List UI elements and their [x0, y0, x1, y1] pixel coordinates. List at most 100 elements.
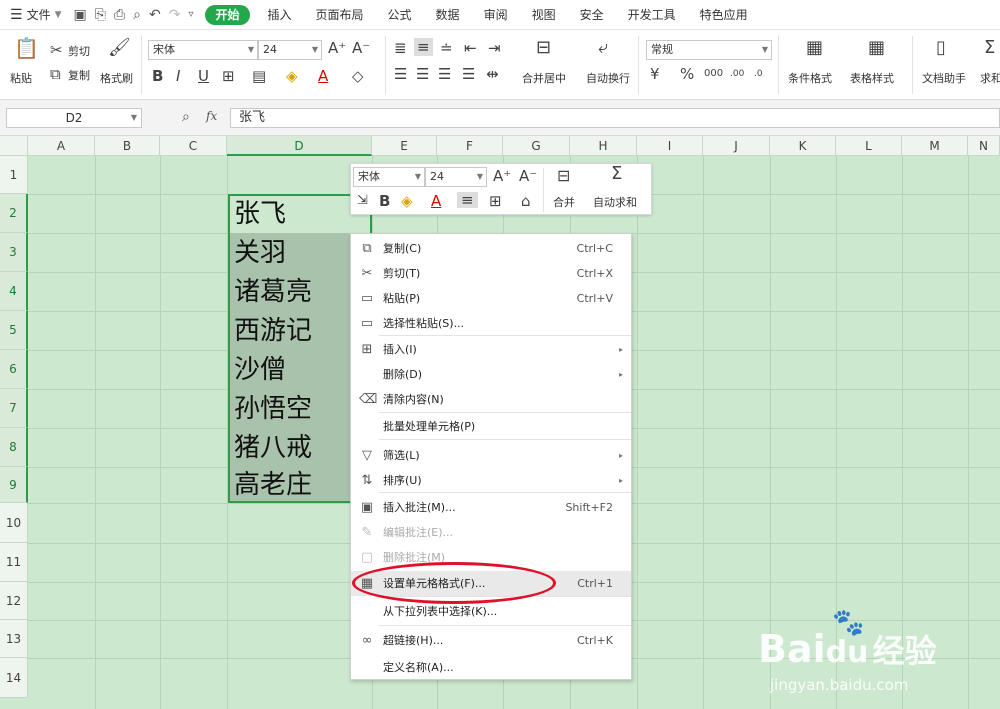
tab-5[interactable]: 审阅 — [472, 0, 520, 30]
context-menu-item-7[interactable]: 批量处理单元格(P) — [351, 414, 631, 439]
format-painter-button[interactable]: 格式刷 — [100, 70, 133, 86]
cell-D6[interactable]: 沙僧 — [234, 351, 286, 389]
tab-7[interactable]: 安全 — [568, 0, 616, 30]
tab-0[interactable]: 开始 — [205, 4, 250, 25]
column-header-D[interactable]: D — [227, 136, 372, 156]
font-size-select[interactable]: 24 ▼ — [258, 40, 322, 60]
increase-decimal-icon[interactable]: .00 — [730, 66, 744, 82]
wrap-text-icon[interactable]: ⤶ — [598, 39, 608, 57]
context-menu-item-16[interactable]: 定义名称(A)... — [351, 655, 631, 680]
border-icon[interactable]: ⊞ — [489, 193, 502, 209]
column-header-J[interactable]: J — [703, 136, 770, 156]
context-menu-item-5[interactable]: 删除(D) ▸ — [351, 362, 631, 387]
font-name-select[interactable]: 宋体 ▼ — [148, 40, 258, 60]
mini-autosum-button[interactable]: 自动求和 — [593, 194, 637, 210]
cell-D4[interactable]: 诸葛亮 — [234, 273, 312, 311]
format-painter-icon[interactable]: ⌂ — [521, 193, 531, 209]
cut-icon[interactable]: ✂ — [50, 42, 63, 58]
cell-D9[interactable]: 高老庄 — [234, 466, 312, 504]
undo-icon[interactable]: ↶ — [149, 7, 161, 23]
row-header-10[interactable]: 10 — [0, 503, 28, 543]
align-right-icon[interactable]: ☰ — [438, 66, 451, 82]
cell-style-icon[interactable]: ▤ — [252, 68, 266, 84]
mini-font-name-select[interactable]: 宋体 ▼ — [353, 167, 425, 187]
fill-color-icon[interactable]: ◈ — [286, 68, 298, 84]
decrease-font-icon[interactable]: A⁻ — [352, 40, 370, 56]
cell-D7[interactable]: 孙悟空 — [234, 390, 312, 428]
export-icon[interactable]: ⎘ — [95, 7, 106, 23]
align-left-icon[interactable]: ☰ — [394, 66, 407, 82]
mini-font-size-select[interactable]: 24 ▼ — [425, 167, 487, 187]
decrease-decimal-icon[interactable]: .0 — [754, 66, 763, 82]
font-color-icon[interactable]: A — [318, 68, 328, 84]
context-menu-item-10[interactable]: ▣ 插入批注(M)... Shift+F2 — [351, 495, 631, 520]
row-header-7[interactable]: 7 — [0, 389, 28, 428]
conditional-format-icon[interactable]: ▦ — [806, 39, 823, 57]
increase-font-icon[interactable]: A⁺ — [493, 168, 511, 184]
corner-select-all[interactable] — [0, 136, 28, 156]
column-header-B[interactable]: B — [95, 136, 160, 156]
decrease-font-icon[interactable]: A⁻ — [519, 168, 537, 184]
fill-color-icon[interactable]: ◈ — [401, 193, 413, 209]
mini-merge-button[interactable]: 合并 — [553, 194, 575, 210]
clear-format-icon[interactable]: ◇ — [352, 68, 364, 84]
doc-assistant-icon[interactable]: ▯ — [936, 39, 946, 57]
row-header-12[interactable]: 12 — [0, 582, 28, 620]
column-header-E[interactable]: E — [372, 136, 437, 156]
wrap-text-button[interactable]: 自动换行 — [586, 70, 630, 86]
fx-icon[interactable]: fx — [206, 109, 217, 123]
column-header-N[interactable]: N — [968, 136, 1000, 156]
percent-icon[interactable]: % — [680, 66, 694, 82]
cell-D3[interactable]: 关羽 — [234, 234, 286, 272]
column-header-C[interactable]: C — [160, 136, 227, 156]
paste-icon[interactable]: 📋 — [14, 38, 39, 58]
row-header-1[interactable]: 1 — [0, 156, 28, 194]
context-menu-item-3[interactable]: ▭ 选择性粘贴(S)... — [351, 311, 631, 336]
underline-icon[interactable]: U — [198, 68, 209, 84]
merge-icon[interactable]: ⊟ — [557, 168, 570, 184]
tab-6[interactable]: 视图 — [520, 0, 568, 30]
customize-icon[interactable]: ▿ — [188, 9, 193, 20]
paste-button[interactable]: 粘贴 — [10, 70, 32, 86]
thousands-icon[interactable]: 000 — [704, 66, 723, 82]
bold-icon[interactable]: B — [152, 68, 163, 84]
print-icon[interactable]: ⎙ — [114, 7, 125, 23]
context-menu-item-2[interactable]: ▭ 粘贴(P) Ctrl+V — [351, 286, 631, 311]
row-header-6[interactable]: 6 — [0, 350, 28, 389]
row-header-14[interactable]: 14 — [0, 658, 28, 698]
fill-down-icon[interactable]: ⇲ — [357, 193, 368, 209]
context-menu-item-1[interactable]: ✂ 剪切(T) Ctrl+X — [351, 261, 631, 286]
merge-center-button[interactable]: 合并居中 — [522, 70, 566, 86]
redo-icon[interactable]: ↷ — [169, 7, 181, 23]
context-menu-item-0[interactable]: ⧉ 复制(C) Ctrl+C — [351, 236, 631, 261]
format-painter-icon[interactable]: 🖌 — [108, 39, 131, 57]
border-icon[interactable]: ⊞ — [222, 68, 235, 84]
context-menu-item-9[interactable]: ⇅ 排序(U) ▸ — [351, 468, 631, 493]
bold-icon[interactable]: B — [379, 193, 390, 209]
align-center-icon[interactable]: ☰ — [416, 66, 429, 82]
row-header-3[interactable]: 3 — [0, 233, 28, 272]
sum-button[interactable]: 求和 — [980, 70, 1000, 86]
justify-icon[interactable]: ☰ — [462, 66, 475, 82]
column-header-G[interactable]: G — [503, 136, 570, 156]
row-header-9[interactable]: 9 — [0, 467, 28, 503]
column-header-F[interactable]: F — [437, 136, 503, 156]
autosum-icon[interactable]: Σ — [611, 165, 622, 183]
tab-3[interactable]: 公式 — [376, 0, 424, 30]
copy-button[interactable]: 复制 — [68, 67, 90, 83]
table-style-icon[interactable]: ▦ — [868, 39, 885, 57]
doc-assistant-button[interactable]: 文档助手 — [922, 70, 966, 86]
column-header-K[interactable]: K — [770, 136, 836, 156]
cell-D8[interactable]: 猪八戒 — [234, 429, 312, 467]
column-header-H[interactable]: H — [570, 136, 637, 156]
context-menu-item-8[interactable]: ▽ 筛选(L) ▸ — [351, 443, 631, 468]
copy-icon[interactable]: ⧉ — [50, 66, 61, 82]
cell-D5[interactable]: 西游记 — [234, 312, 312, 350]
align-top-icon[interactable]: ≣ — [394, 40, 407, 56]
conditional-format-button[interactable]: 条件格式 — [788, 70, 832, 86]
row-header-8[interactable]: 8 — [0, 428, 28, 467]
currency-icon[interactable]: ¥ — [650, 66, 660, 82]
context-menu-item-6[interactable]: ⌫ 清除内容(N) — [351, 387, 631, 412]
merge-center-icon[interactable]: ⊟ — [536, 39, 551, 57]
context-menu-item-15[interactable]: ∞ 超链接(H)... Ctrl+K — [351, 628, 631, 653]
